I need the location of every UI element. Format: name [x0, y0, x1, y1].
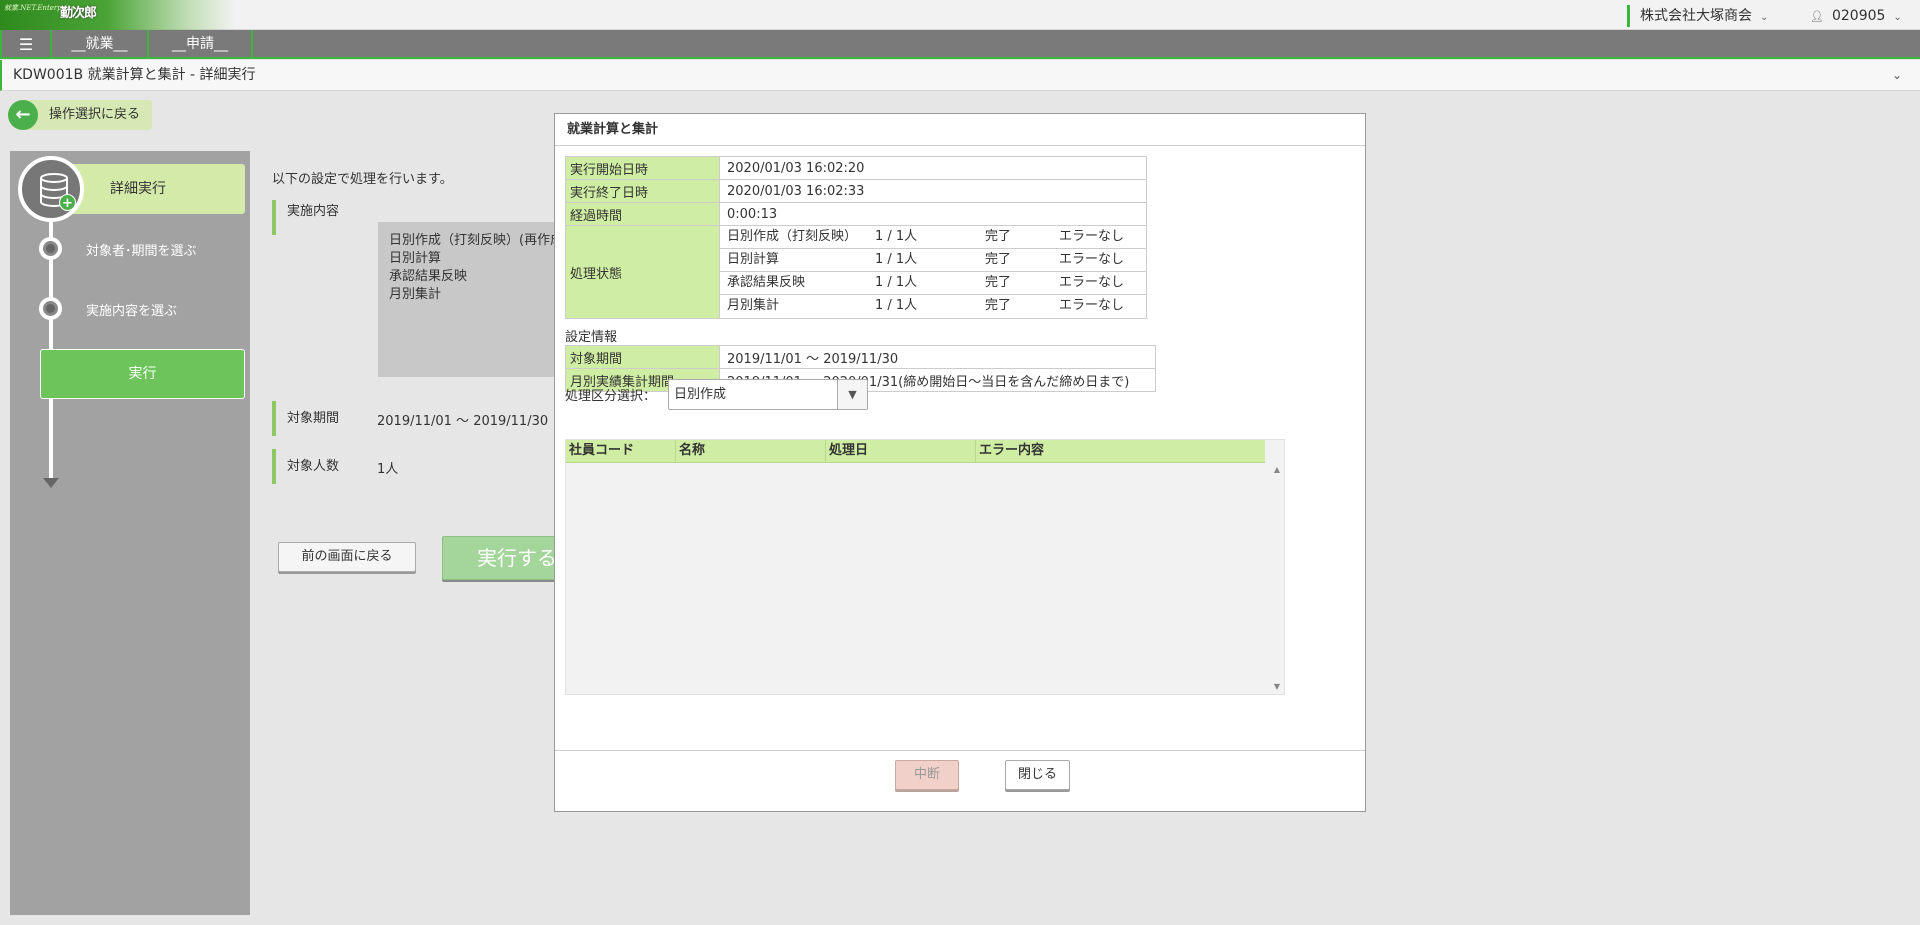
- status-row: 月別集計 1 / 1人 完了 エラーなし: [720, 295, 1146, 318]
- period-label: 対象期間: [272, 401, 339, 436]
- content-item: 日別計算: [389, 251, 442, 266]
- scroll-up-icon[interactable]: ▲: [1274, 465, 1280, 474]
- process-type-value: 日別作成: [674, 387, 727, 402]
- status-name: 日別作成（打刻反映）: [727, 229, 858, 244]
- run-button[interactable]: 実行する: [442, 536, 562, 580]
- status-row: 日別作成（打刻反映） 1 / 1人 完了 エラーなし: [720, 226, 1146, 249]
- period-label-text: 対象期間: [287, 411, 340, 426]
- step-exec: 実行: [40, 349, 245, 399]
- chevron-down-icon: ⌄: [1760, 12, 1769, 23]
- user-menu[interactable]: 👤︎ 020905 ⌄: [1810, 5, 1902, 29]
- main-nav: ☰ __就業__ __申請__: [0, 30, 1920, 59]
- end-label: 実行終了日時: [565, 179, 720, 203]
- status-count: 1 / 1人: [875, 252, 918, 267]
- start-value: 2020/01/03 16:02:20: [719, 156, 1147, 180]
- status-state: 完了: [985, 252, 1012, 267]
- status-label: 処理状態: [565, 225, 720, 319]
- status-state: 完了: [985, 275, 1012, 290]
- status-count: 1 / 1人: [875, 298, 918, 313]
- plus-icon: +: [59, 194, 76, 211]
- status-row: 日別計算 1 / 1人 完了 エラーなし: [720, 249, 1146, 272]
- count-label-text: 対象人数: [287, 459, 340, 474]
- target-period-label: 対象期間: [565, 345, 720, 369]
- user-id: 020905: [1831, 8, 1886, 24]
- step-label-detail-exec: 詳細実行: [110, 181, 166, 197]
- status-error: エラーなし: [1059, 229, 1125, 244]
- column-header[interactable]: 処理日: [826, 440, 976, 463]
- hamburger-menu-button[interactable]: ☰: [0, 30, 52, 59]
- status-count: 1 / 1人: [875, 229, 918, 244]
- status-name: 日別計算: [727, 252, 780, 267]
- user-icon: 👤︎: [1810, 10, 1824, 23]
- start-label: 実行開始日時: [565, 156, 720, 180]
- process-type-label: 処理区分選択：: [565, 389, 657, 404]
- elapsed-value: 0:00:13: [719, 202, 1147, 226]
- close-button[interactable]: 閉じる: [1005, 760, 1070, 790]
- arrow-left-icon: ←: [8, 100, 38, 130]
- status-name: 承認結果反映: [727, 275, 806, 290]
- prev-screen-button[interactable]: 前の画面に戻る: [278, 542, 416, 572]
- column-header[interactable]: 名称: [676, 440, 826, 463]
- chevron-down-icon[interactable]: ⌄: [1892, 60, 1902, 91]
- chevron-down-icon: ⌄: [1893, 12, 1902, 23]
- step-dot-content: [39, 297, 62, 320]
- content-label: 実施内容: [272, 200, 339, 235]
- status-error: エラーなし: [1059, 252, 1125, 267]
- step-label-target: 対象者･期間を選ぶ: [86, 244, 197, 259]
- dropdown-arrow-icon[interactable]: ▼: [837, 380, 867, 409]
- dialog-footer: 中断 閉じる: [555, 750, 1365, 812]
- app-logo[interactable]: 就業.NET.Enterprise 勤次郎: [0, 0, 235, 30]
- intro-text: 以下の設定で処理を行います。: [272, 172, 453, 187]
- nav-tab-shugyo[interactable]: __就業__: [52, 30, 149, 59]
- status-state: 完了: [985, 298, 1012, 313]
- content-list: 日別作成（打刻反映）(再作成) 日別計算 承認結果反映 月別集計: [378, 222, 578, 377]
- steps-panel: 詳細実行 + 対象者･期間を選ぶ 実施内容を選ぶ 実行: [10, 151, 250, 915]
- count-label: 対象人数: [272, 449, 339, 484]
- step-dot-target: [39, 237, 62, 260]
- content-item: 承認結果反映: [389, 269, 468, 284]
- grid-header: 社員コード 名称 処理日 エラー内容: [566, 440, 1265, 463]
- status-error: エラーなし: [1059, 275, 1125, 290]
- error-grid: 社員コード 名称 処理日 エラー内容 ▲ ▼: [565, 439, 1285, 695]
- status-name: 月別集計: [727, 298, 780, 313]
- content-item: 月別集計: [389, 287, 442, 302]
- hamburger-icon: ☰: [18, 35, 34, 54]
- arrow-down-icon: [43, 478, 59, 488]
- top-header: 就業.NET.Enterprise 勤次郎 株式会社大塚商会 ⌄ 👤︎ 020905…: [0, 0, 1920, 30]
- status-cell: 日別作成（打刻反映） 1 / 1人 完了 エラーなし 日別計算 1 / 1人 完…: [719, 225, 1147, 319]
- status-error: エラーなし: [1059, 298, 1125, 313]
- status-state: 完了: [985, 229, 1012, 244]
- scroll-down-icon[interactable]: ▼: [1274, 682, 1280, 691]
- company-name: 株式会社大塚商会: [1640, 8, 1752, 24]
- content-label-text: 実施内容: [287, 204, 340, 219]
- period-value: 2019/11/01 ～ 2019/11/30: [377, 414, 549, 429]
- settings-title: 設定情報: [565, 330, 618, 345]
- target-period-value: 2019/11/01 ～ 2019/11/30: [719, 345, 1156, 369]
- back-button-label: 操作選択に戻る: [49, 107, 141, 122]
- process-type-select[interactable]: 日別作成 ▼: [668, 379, 868, 410]
- calc-dialog: 就業計算と集計 実行開始日時 2020/01/03 16:02:20 実行終了日…: [554, 113, 1366, 812]
- logo-mark: 勤次郎: [60, 6, 97, 21]
- back-to-menu-button[interactable]: ← 操作選択に戻る: [8, 100, 152, 130]
- column-header[interactable]: 社員コード: [566, 440, 676, 463]
- status-row: 承認結果反映 1 / 1人 完了 エラーなし: [720, 272, 1146, 295]
- step-icon-circle: +: [18, 156, 84, 222]
- count-value: 1人: [377, 462, 399, 477]
- status-count: 1 / 1人: [875, 275, 918, 290]
- abort-button[interactable]: 中断: [895, 760, 959, 790]
- page-title-bar: KDW001B 就業計算と集計 - 詳細実行 ⌄: [0, 60, 1920, 91]
- nav-tab-shinsei[interactable]: __申請__: [149, 30, 253, 59]
- content-item: 日別作成（打刻反映）(再作成): [389, 233, 569, 248]
- step-label-content: 実施内容を選ぶ: [86, 304, 178, 319]
- column-header[interactable]: エラー内容: [976, 440, 1265, 463]
- end-value: 2020/01/03 16:02:33: [719, 179, 1147, 203]
- dialog-title: 就業計算と集計: [555, 114, 1365, 146]
- page-title: KDW001B 就業計算と集計 - 詳細実行: [13, 67, 256, 83]
- elapsed-label: 経過時間: [565, 202, 720, 226]
- company-selector[interactable]: 株式会社大塚商会 ⌄: [1627, 5, 1768, 27]
- execution-info-table: 実行開始日時 2020/01/03 16:02:20 実行終了日時 2020/0…: [565, 156, 1147, 319]
